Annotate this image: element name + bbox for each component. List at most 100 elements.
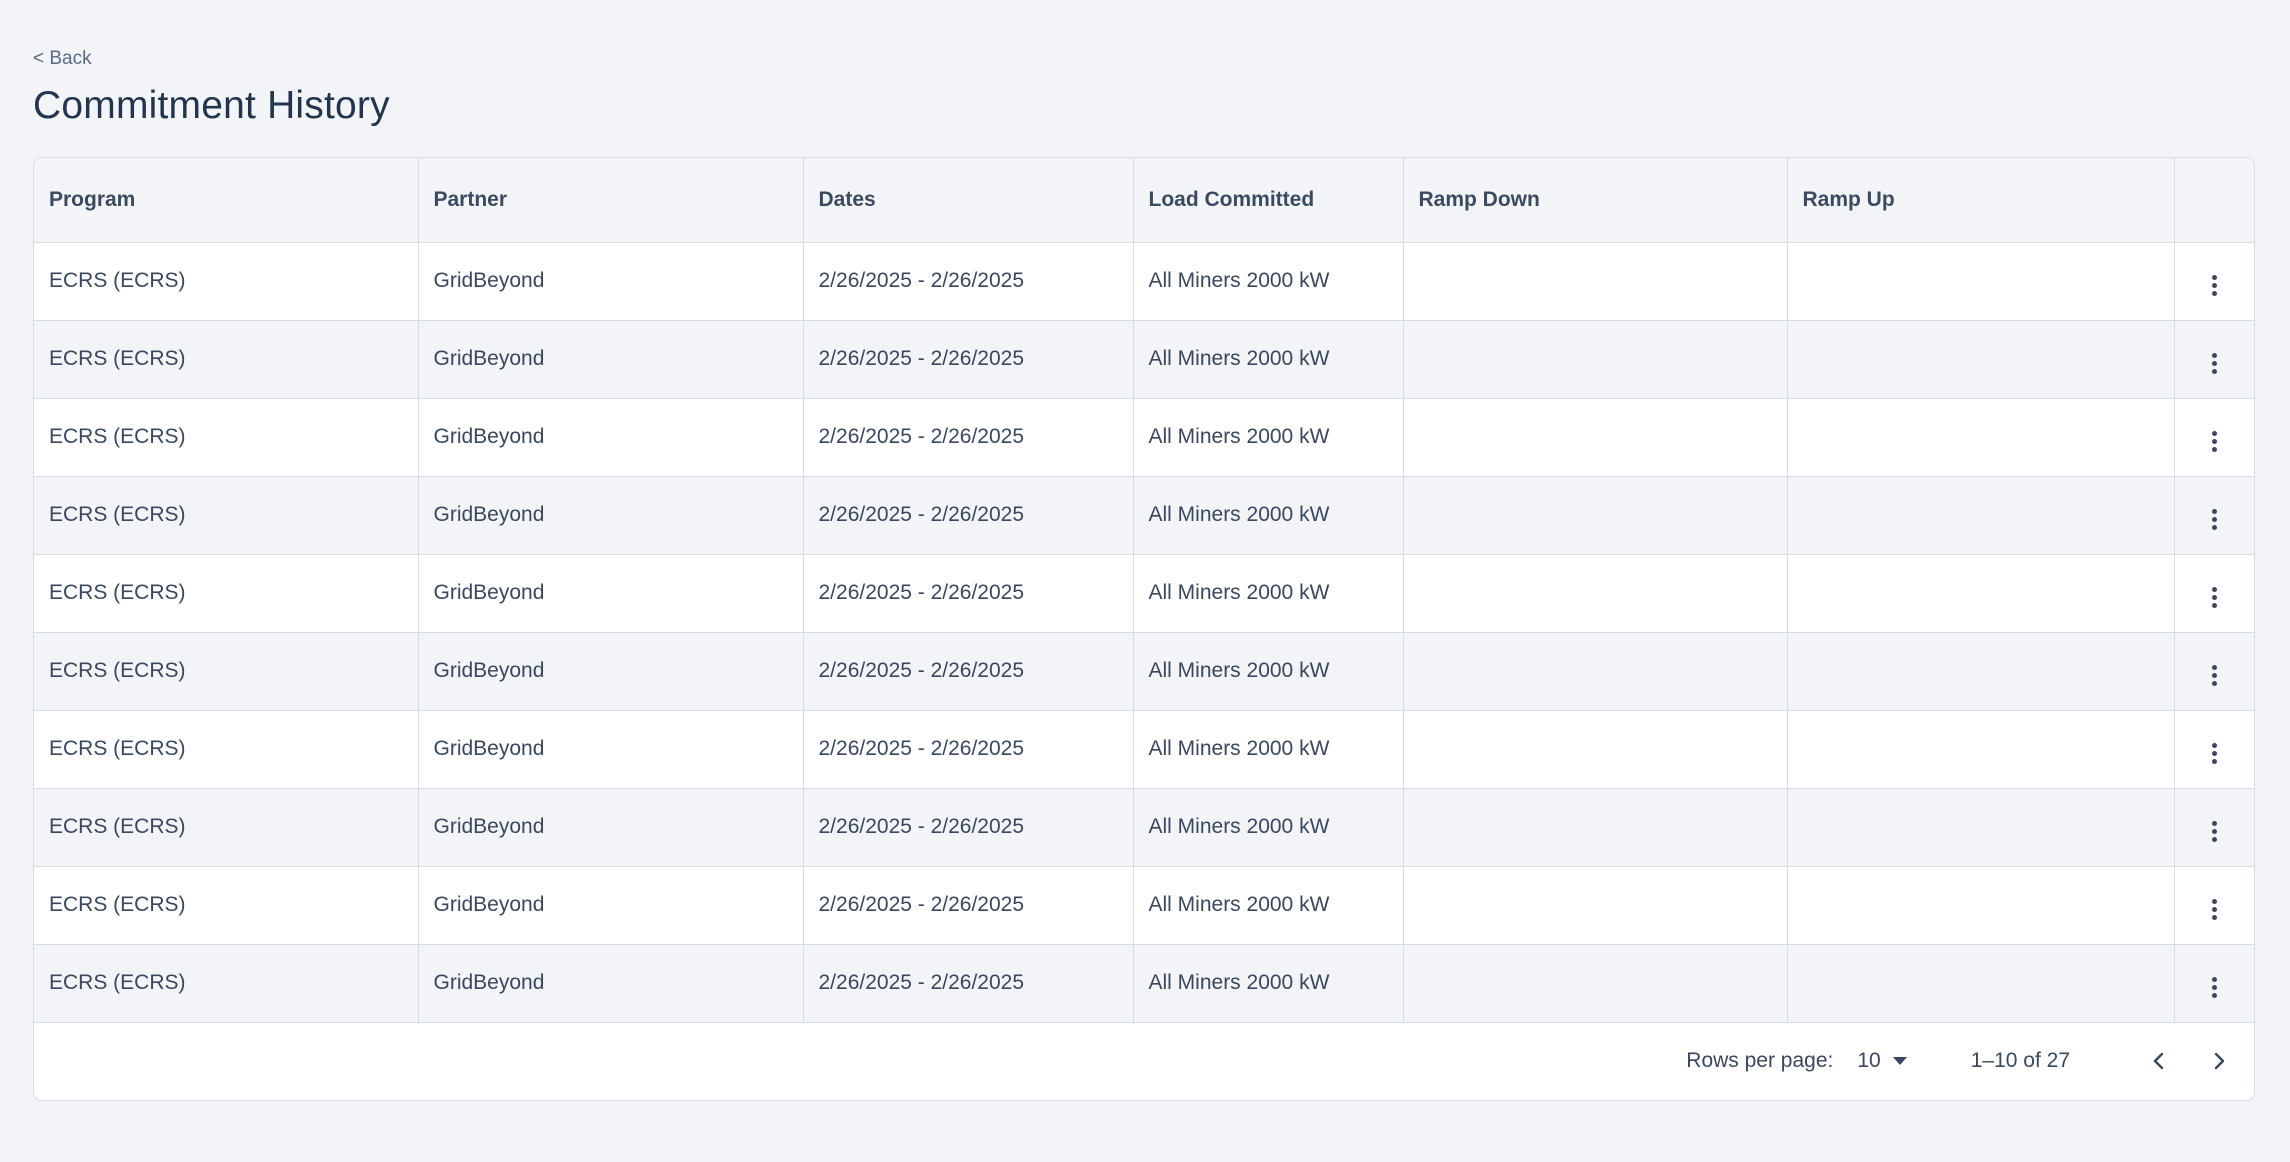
commitment-table: Program Partner Dates Load Committed Ram… — [34, 158, 2254, 1023]
commitment-table-card: Program Partner Dates Load Committed Ram… — [33, 157, 2255, 1101]
kebab-dot — [2211, 750, 2217, 756]
cell-ramp-down — [1403, 242, 1788, 321]
cell-ramp-up — [1787, 866, 2175, 945]
column-header-ramp-down[interactable]: Ramp Down — [1403, 158, 1788, 243]
more-vertical-icon[interactable] — [2199, 894, 2229, 924]
column-header-partner[interactable]: Partner — [418, 158, 804, 243]
kebab-dot — [2211, 524, 2217, 530]
more-vertical-icon[interactable] — [2199, 660, 2229, 690]
cell-actions — [2174, 866, 2254, 945]
cell-program: ECRS (ECRS) — [34, 320, 419, 399]
more-vertical-icon[interactable] — [2199, 738, 2229, 768]
kebab-dot — [2211, 282, 2217, 288]
cell-dates: 2/26/2025 - 2/26/2025 — [803, 554, 1134, 633]
table-row[interactable]: ECRS (ECRS) GridBeyond 2/26/2025 - 2/26/20… — [34, 398, 2254, 477]
kebab-dot — [2211, 828, 2217, 834]
cell-ramp-up — [1787, 476, 2175, 555]
cell-ramp-down — [1403, 398, 1788, 477]
cell-ramp-down — [1403, 866, 1788, 945]
cell-load-committed: All Miners 2000 kW — [1133, 788, 1404, 867]
kebab-dot — [2211, 992, 2217, 998]
cell-ramp-down — [1403, 476, 1788, 555]
cell-dates: 2/26/2025 - 2/26/2025 — [803, 632, 1134, 711]
cell-dates: 2/26/2025 - 2/26/2025 — [803, 866, 1134, 945]
kebab-dot — [2211, 446, 2217, 452]
previous-page-button[interactable] — [2142, 1044, 2176, 1078]
cell-ramp-down — [1403, 944, 1788, 1023]
cell-partner: GridBeyond — [418, 944, 804, 1023]
kebab-dot — [2211, 274, 2217, 280]
rows-per-page-select[interactable]: 10 — [1857, 1049, 1907, 1073]
cell-actions — [2174, 398, 2254, 477]
cell-actions — [2174, 710, 2254, 789]
caret-down-icon — [1892, 1057, 1907, 1065]
cell-dates: 2/26/2025 - 2/26/2025 — [803, 320, 1134, 399]
table-row[interactable]: ECRS (ECRS) GridBeyond 2/26/2025 - 2/26/20… — [34, 788, 2254, 867]
cell-program: ECRS (ECRS) — [34, 710, 419, 789]
cell-load-committed: All Miners 2000 kW — [1133, 320, 1404, 399]
column-header-ramp-up[interactable]: Ramp Up — [1787, 158, 2175, 243]
kebab-dot — [2211, 586, 2217, 592]
cell-load-committed: All Miners 2000 kW — [1133, 554, 1404, 633]
cell-program: ECRS (ECRS) — [34, 866, 419, 945]
table-row[interactable]: ECRS (ECRS) GridBeyond 2/26/2025 - 2/26/20… — [34, 476, 2254, 555]
cell-actions — [2174, 476, 2254, 555]
table-row[interactable]: ECRS (ECRS) GridBeyond 2/26/2025 - 2/26/20… — [34, 242, 2254, 321]
kebab-dot — [2211, 290, 2217, 296]
more-vertical-icon[interactable] — [2199, 270, 2229, 300]
kebab-dot — [2211, 758, 2217, 764]
kebab-dot — [2211, 742, 2217, 748]
cell-load-committed: All Miners 2000 kW — [1133, 398, 1404, 477]
cell-program: ECRS (ECRS) — [34, 788, 419, 867]
kebab-dot — [2211, 680, 2217, 686]
more-vertical-icon[interactable] — [2199, 426, 2229, 456]
cell-ramp-up — [1787, 944, 2175, 1023]
table-row[interactable]: ECRS (ECRS) GridBeyond 2/26/2025 - 2/26/20… — [34, 944, 2254, 1023]
kebab-dot — [2211, 672, 2217, 678]
column-header-dates[interactable]: Dates — [803, 158, 1134, 243]
cell-load-committed: All Miners 2000 kW — [1133, 944, 1404, 1023]
kebab-dot — [2211, 430, 2217, 436]
table-row[interactable]: ECRS (ECRS) GridBeyond 2/26/2025 - 2/26/20… — [34, 632, 2254, 711]
back-link[interactable]: < Back — [33, 48, 92, 70]
cell-ramp-down — [1403, 710, 1788, 789]
cell-program: ECRS (ECRS) — [34, 242, 419, 321]
cell-actions — [2174, 320, 2254, 399]
rows-per-page-label: Rows per page: — [1686, 1049, 1834, 1072]
cell-ramp-up — [1787, 398, 2175, 477]
kebab-dot — [2211, 352, 2217, 358]
column-header-load-committed[interactable]: Load Committed — [1133, 158, 1404, 243]
more-vertical-icon[interactable] — [2199, 504, 2229, 534]
cell-program: ECRS (ECRS) — [34, 554, 419, 633]
more-vertical-icon[interactable] — [2199, 816, 2229, 846]
table-row[interactable]: ECRS (ECRS) GridBeyond 2/26/2025 - 2/26/20… — [34, 710, 2254, 789]
cell-ramp-up — [1787, 632, 2175, 711]
kebab-dot — [2211, 516, 2217, 522]
more-vertical-icon[interactable] — [2199, 972, 2229, 1002]
cell-partner: GridBeyond — [418, 788, 804, 867]
cell-load-committed: All Miners 2000 kW — [1133, 632, 1404, 711]
cell-program: ECRS (ECRS) — [34, 632, 419, 711]
cell-load-committed: All Miners 2000 kW — [1133, 242, 1404, 321]
cell-actions — [2174, 242, 2254, 321]
kebab-dot — [2211, 594, 2217, 600]
kebab-dot — [2211, 976, 2217, 982]
cell-ramp-up — [1787, 788, 2175, 867]
cell-partner: GridBeyond — [418, 710, 804, 789]
more-vertical-icon[interactable] — [2199, 348, 2229, 378]
table-row[interactable]: ECRS (ECRS) GridBeyond 2/26/2025 - 2/26/20… — [34, 866, 2254, 945]
cell-ramp-up — [1787, 554, 2175, 633]
cell-load-committed: All Miners 2000 kW — [1133, 710, 1404, 789]
table-row[interactable]: ECRS (ECRS) GridBeyond 2/26/2025 - 2/26/20… — [34, 554, 2254, 633]
cell-dates: 2/26/2025 - 2/26/2025 — [803, 944, 1134, 1023]
cell-program: ECRS (ECRS) — [34, 398, 419, 477]
table-row[interactable]: ECRS (ECRS) GridBeyond 2/26/2025 - 2/26/20… — [34, 320, 2254, 399]
kebab-dot — [2211, 602, 2217, 608]
cell-actions — [2174, 632, 2254, 711]
column-header-program[interactable]: Program — [34, 158, 419, 243]
next-page-button[interactable] — [2202, 1044, 2236, 1078]
more-vertical-icon[interactable] — [2199, 582, 2229, 612]
cell-dates: 2/26/2025 - 2/26/2025 — [803, 476, 1134, 555]
cell-dates: 2/26/2025 - 2/26/2025 — [803, 242, 1134, 321]
kebab-dot — [2211, 360, 2217, 366]
